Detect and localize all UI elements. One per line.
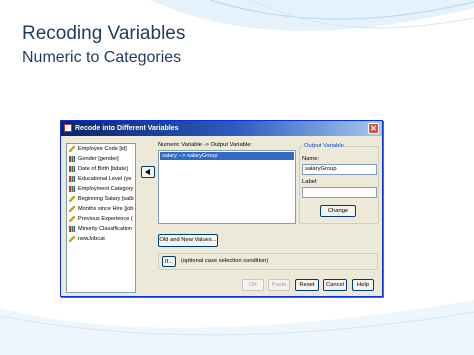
list-item-label: Employee Code [id]: [78, 146, 127, 152]
list-item-label: Months since Hire [job: [78, 206, 134, 212]
dialog-titlebar[interactable]: Recode into Different Variables ✕: [61, 121, 382, 136]
output-variable-group: Output Variable Name: salaryGroup Label:…: [299, 142, 379, 224]
close-icon[interactable]: ✕: [368, 123, 379, 134]
list-item[interactable]: salary --> salaryGroup: [160, 152, 294, 160]
list-item-label: Minority Classification: [78, 226, 133, 232]
label-field[interactable]: [302, 187, 377, 198]
list-item-label: Gender [gender]: [78, 156, 119, 162]
list-item[interactable]: Employee Code [id]: [67, 144, 135, 154]
name-label: Name:: [302, 156, 320, 162]
list-item-label: newJobcat: [78, 236, 105, 242]
list-item-label: Beginning Salary [salb: [78, 196, 134, 202]
list-item-label: Employment Category: [78, 186, 134, 192]
ruler-icon: [69, 206, 75, 212]
list-item-label: Date of Birth [bdate]: [78, 166, 128, 172]
numeric-output-list[interactable]: salary --> salaryGroup: [158, 150, 296, 224]
list-item[interactable]: Previous Experience (: [67, 214, 135, 224]
bar-chart-icon: [69, 186, 75, 192]
condition-group: If... (optional case selection condition…: [158, 253, 378, 270]
cancel-button[interactable]: Cancel: [323, 279, 347, 291]
ruler-icon: [69, 196, 75, 202]
list-item-label: Previous Experience (: [78, 216, 133, 222]
list-item[interactable]: newJobcat: [67, 234, 135, 244]
recode-dialog: Recode into Different Variables ✕ Employ…: [60, 120, 383, 297]
list-item[interactable]: Beginning Salary [salb: [67, 194, 135, 204]
bar-chart-icon: [69, 226, 75, 232]
change-button[interactable]: Change: [320, 205, 356, 217]
bar-chart-icon: [69, 156, 75, 162]
label-label: Label:: [302, 179, 318, 185]
app-icon: [64, 124, 72, 132]
bar-chart-icon: [69, 176, 75, 182]
if-button[interactable]: If...: [162, 256, 176, 267]
name-field[interactable]: salaryGroup: [302, 164, 377, 175]
slide-title: Recoding Variables: [22, 23, 186, 44]
help-button[interactable]: Help: [352, 279, 374, 291]
numeric-output-label: Numeric Variable -> Output Variable:: [158, 142, 253, 148]
list-item[interactable]: Employment Category: [67, 184, 135, 194]
dialog-title: Recode into Different Variables: [75, 125, 179, 132]
bar-chart-icon: [69, 166, 75, 172]
list-item[interactable]: Gender [gender]: [67, 154, 135, 164]
reset-button[interactable]: Reset: [295, 279, 319, 291]
condition-text: (optional case selection condition): [181, 258, 269, 264]
move-variable-button[interactable]: [141, 166, 155, 178]
list-item[interactable]: Minority Classification: [67, 224, 135, 234]
ruler-icon: [69, 236, 75, 242]
list-item[interactable]: Date of Birth [bdate]: [67, 164, 135, 174]
ruler-icon: [69, 216, 75, 222]
ruler-icon: [69, 146, 75, 152]
output-variable-legend: Output Variable: [303, 142, 345, 150]
arrow-left-icon: [145, 169, 150, 175]
ok-button[interactable]: OK: [242, 279, 264, 291]
list-item[interactable]: Months since Hire [job: [67, 204, 135, 214]
old-new-values-button[interactable]: Old and New Values...: [158, 234, 218, 247]
list-item-label: Educational Level (ye: [78, 176, 132, 182]
list-item[interactable]: Educational Level (ye: [67, 174, 135, 184]
slide-subtitle: Numeric to Categories: [22, 49, 182, 66]
paste-button[interactable]: Paste: [268, 279, 290, 291]
variable-list[interactable]: Employee Code [id] Gender [gender] Date …: [66, 143, 136, 293]
